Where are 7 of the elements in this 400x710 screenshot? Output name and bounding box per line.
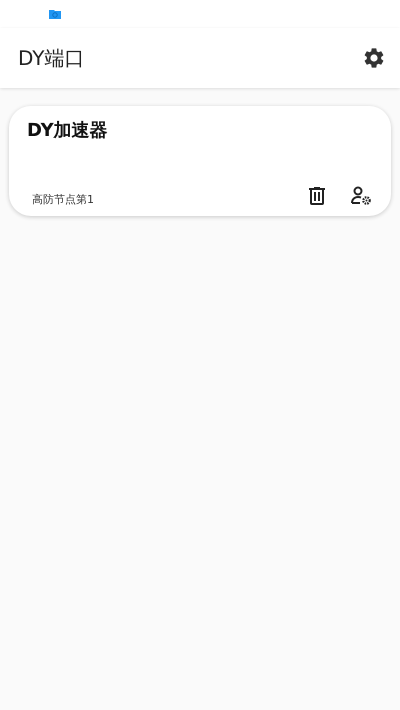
app-title: DY端口 (18, 44, 85, 72)
settings-button[interactable] (362, 46, 386, 70)
card-title: DY加速器 (27, 119, 109, 142)
settings-icon (362, 46, 386, 70)
server-card[interactable]: DY加速器 高防节点第1 (9, 106, 391, 216)
card-subtitle: 高防节点第1 (31, 192, 94, 206)
notification-icon (48, 8, 62, 20)
